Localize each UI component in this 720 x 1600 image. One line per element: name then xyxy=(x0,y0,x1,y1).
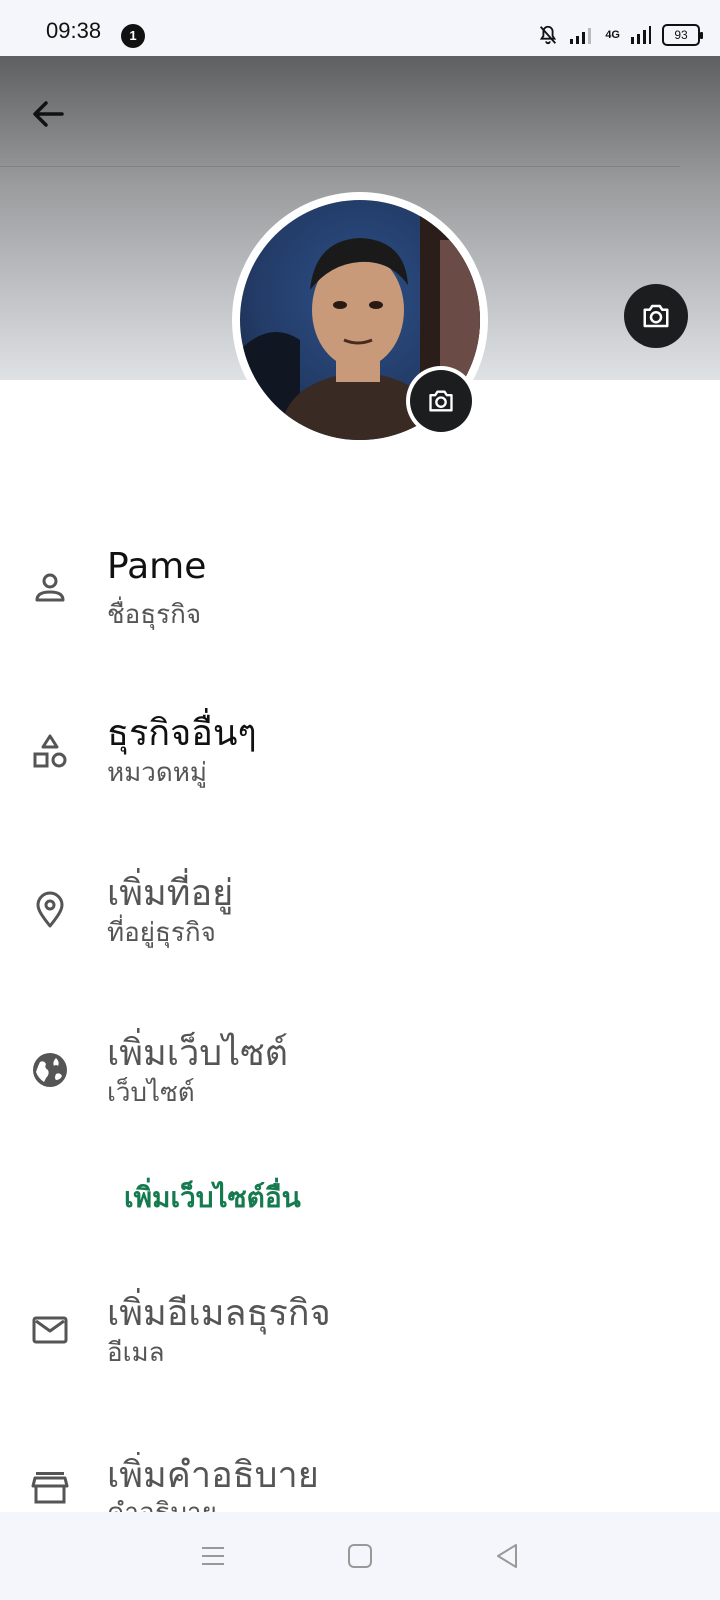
address-label: ที่อยู่ธุรกิจ xyxy=(107,918,216,948)
change-profile-photo-button[interactable] xyxy=(406,366,476,436)
signal-icon xyxy=(570,28,592,44)
business-name-label: ชื่อธุรกิจ xyxy=(107,600,202,630)
status-bar: 09:38 1 4G 93 xyxy=(0,0,720,56)
camera-icon xyxy=(643,304,669,328)
camera-icon xyxy=(429,390,453,412)
notification-count-badge: 1 xyxy=(121,24,145,48)
business-name-row[interactable]: Pame ชื่อธุรกิจ xyxy=(0,540,720,640)
store-icon xyxy=(28,1466,72,1510)
location-pin-icon xyxy=(28,888,72,932)
add-another-website-link[interactable]: เพิ่มเว็บไซต์อื่น xyxy=(124,1176,301,1220)
home-button[interactable] xyxy=(340,1536,380,1576)
menu-lines-icon xyxy=(202,1547,225,1565)
change-cover-photo-button[interactable] xyxy=(624,284,688,348)
recent-apps-button[interactable] xyxy=(193,1536,233,1576)
system-navigation-bar xyxy=(0,1512,720,1600)
category-label: หมวดหมู่ xyxy=(107,758,208,788)
home-square-icon xyxy=(347,1544,372,1568)
category-icon xyxy=(28,730,72,774)
back-button[interactable] xyxy=(24,90,72,138)
website-row[interactable]: เพิ่มเว็บไซต์ เว็บไซต์ xyxy=(0,1020,720,1120)
category-row[interactable]: ธุรกิจอื่นๆ หมวดหมู่ xyxy=(0,700,720,800)
mail-icon xyxy=(28,1308,72,1352)
header-divider xyxy=(0,166,680,167)
email-label: อีเมล xyxy=(107,1338,165,1368)
network-type-label: 4G xyxy=(605,29,620,41)
person-icon xyxy=(28,566,72,610)
address-row[interactable]: เพิ่มที่อยู่ ที่อยู่ธุรกิจ xyxy=(0,860,720,960)
status-icons: 4G 93 xyxy=(537,22,703,48)
system-back-button[interactable] xyxy=(487,1536,527,1576)
status-time: 09:38 xyxy=(46,18,102,43)
avatar-camera-circle xyxy=(410,370,472,432)
triangle-back-icon xyxy=(496,1544,517,1568)
website-label: เว็บไซต์ xyxy=(107,1078,195,1108)
description-row[interactable]: เพิ่มคำอธิบาย คำอธิบาย xyxy=(0,1452,720,1512)
email-row[interactable]: เพิ่มอีเมลธุรกิจ อีเมล xyxy=(0,1292,720,1392)
arrow-left-icon xyxy=(33,101,64,127)
signal-icon-2 xyxy=(631,26,651,44)
business-name-value: Pame xyxy=(107,546,207,587)
muted-bell-icon xyxy=(540,25,557,45)
description-label: คำอธิบาย xyxy=(107,1492,217,1512)
battery-indicator: 93 xyxy=(662,24,703,46)
globe-icon xyxy=(28,1048,72,1092)
